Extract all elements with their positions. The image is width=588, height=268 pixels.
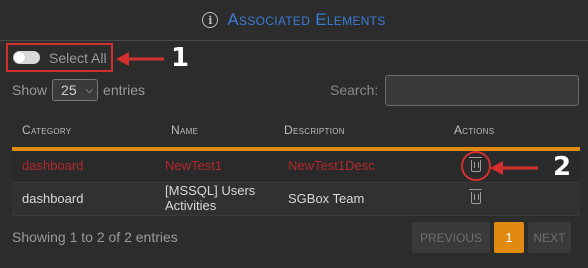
cell-category: dashboard	[22, 191, 84, 206]
page-length-select[interactable]: 25 ⌵	[52, 79, 99, 101]
previous-button[interactable]: PREVIOUS	[412, 222, 490, 253]
show-label: Show	[12, 82, 48, 98]
column-name[interactable]: Name	[171, 123, 198, 137]
page-1-button[interactable]: 1	[494, 222, 524, 253]
next-button[interactable]: NEXT	[528, 222, 571, 253]
cell-name-line-1: [MSSQL] Users	[165, 183, 256, 198]
trash-icon[interactable]	[469, 189, 482, 204]
entries-label: entries	[103, 82, 146, 98]
search-input[interactable]	[385, 75, 579, 106]
select-all-toggle[interactable]: Select All	[6, 43, 113, 72]
column-description[interactable]: Description	[284, 123, 345, 137]
annotation-arrow-2	[490, 161, 538, 175]
cell-description: SGBox Team	[288, 191, 365, 206]
cell-name: NewTest1	[165, 158, 223, 173]
table-row[interactable]: dashboard [MSSQL] Users Activities SGBox…	[12, 182, 580, 216]
section-title: Associated Elements	[227, 10, 386, 29]
annotation-arrow-1	[116, 52, 164, 66]
cell-description: NewTest1Desc	[288, 158, 375, 173]
chevron-down-icon: ⌵	[85, 84, 94, 96]
annotation-circle	[461, 151, 491, 181]
info-icon: i	[202, 12, 219, 28]
annotation-number-1: 1	[171, 43, 190, 73]
column-actions: Actions	[454, 123, 495, 137]
cell-name: [MSSQL] Users Activities	[165, 183, 255, 213]
cell-name-line-2: Activities	[165, 198, 217, 213]
toggle-knob	[14, 52, 25, 63]
table-header: Category Name Description Actions	[12, 119, 580, 151]
table-info: Showing 1 to 2 of 2 entries	[12, 229, 178, 245]
column-category[interactable]: Category	[22, 123, 71, 137]
pagination: PREVIOUS 1 NEXT	[412, 222, 571, 253]
cell-category: dashboard	[22, 158, 84, 173]
select-all-label: Select All	[49, 49, 107, 66]
section-header: i Associated Elements	[0, 0, 588, 41]
annotation-number-2: 2	[553, 152, 572, 182]
length-control: Show 25 ⌵ entries	[12, 79, 145, 101]
page-length-value: 25	[61, 82, 77, 98]
search-label: Search:	[330, 82, 379, 98]
toggle-switch[interactable]	[13, 51, 40, 64]
